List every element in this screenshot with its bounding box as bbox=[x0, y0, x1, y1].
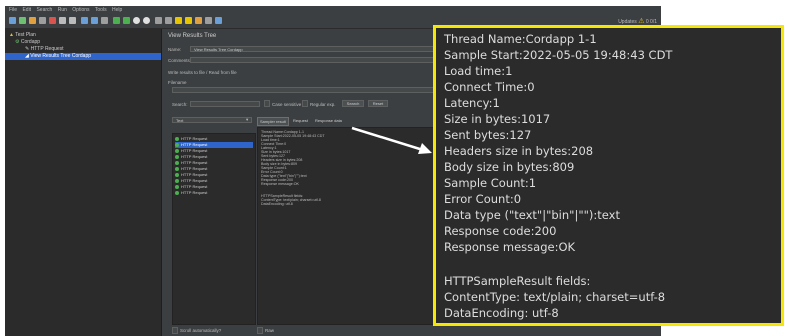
content-type: ContentType: text/plain; charset=utf-8 bbox=[444, 290, 666, 304]
thread-name: Thread Name:Cordapp 1-1 bbox=[444, 32, 597, 46]
sample-count: Sample Count:1 bbox=[444, 176, 537, 190]
size-in-bytes: Size in bytes:1017 bbox=[444, 112, 551, 126]
data-encoding: DataEncoding: utf-8 bbox=[444, 306, 559, 320]
error-count: Error Count:0 bbox=[444, 192, 522, 206]
sent-bytes: Sent bytes:127 bbox=[444, 128, 532, 142]
zoomed-result-callout: Thread Name:Cordapp 1-1 Sample Start:202… bbox=[433, 25, 784, 326]
response-code: Response code:200 bbox=[444, 224, 557, 238]
data-type: Data type ("text"|"bin"|""):text bbox=[444, 208, 620, 222]
headers-size: Headers size in bytes:208 bbox=[444, 144, 594, 158]
sample-start: Sample Start:2022-05-05 19:48:43 CDT bbox=[444, 48, 673, 62]
load-time: Load time:1 bbox=[444, 64, 513, 78]
connect-time: Connect Time:0 bbox=[444, 80, 535, 94]
response-message: Response message:OK bbox=[444, 240, 576, 254]
http-fields-heading: HTTPSampleResult fields: bbox=[444, 274, 591, 288]
latency: Latency:1 bbox=[444, 96, 500, 110]
body-size: Body size in bytes:809 bbox=[444, 160, 575, 174]
